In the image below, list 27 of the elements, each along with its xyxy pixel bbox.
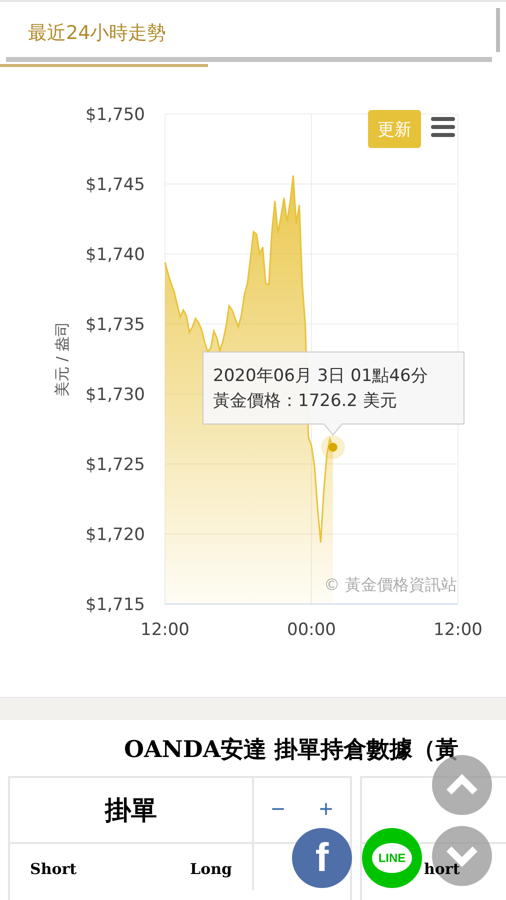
y-axis-title: 美元 / 盎司 (53, 322, 71, 396)
section-title: OANDA安達 掛單持倉數據（黃 (123, 735, 460, 765)
chevron-up-icon (445, 774, 479, 796)
y-tick-label: $1,725 (86, 455, 145, 475)
menu-icon[interactable] (431, 117, 455, 137)
zoom-in-button[interactable]: + (312, 796, 339, 824)
y-tick-label: $1,750 (86, 105, 145, 125)
x-tick-label: 00:00 (287, 620, 336, 640)
y-tick-label: $1,745 (86, 175, 145, 195)
y-tick-label: $1,715 (86, 595, 145, 615)
tab[interactable]: 最近24小時走勢 (0, 2, 506, 50)
line-button[interactable]: LINE (362, 828, 422, 888)
facebook-button[interactable]: f (292, 828, 352, 888)
column-label: Short (30, 860, 77, 880)
column-label: Long (190, 860, 232, 880)
y-tick-label: $1,735 (86, 315, 145, 335)
y-tick-label: $1,720 (86, 525, 145, 545)
y-tick-label: $1,740 (86, 245, 145, 265)
data-point (328, 442, 338, 452)
zoom-out-button[interactable]: − (264, 796, 291, 824)
column-label: hort (424, 860, 460, 880)
y-tick-label: $1,730 (86, 385, 145, 405)
x-tick-label: 12:00 (140, 620, 190, 640)
x-tick-label: 12:00 (434, 620, 482, 640)
chart-credit: © 黃金價格資訊站 (324, 575, 457, 594)
tooltip: 2020年06月 3日 01點46分 黃金價格：1726.2 美元 (202, 352, 464, 436)
card-title: 掛單 (105, 794, 157, 828)
